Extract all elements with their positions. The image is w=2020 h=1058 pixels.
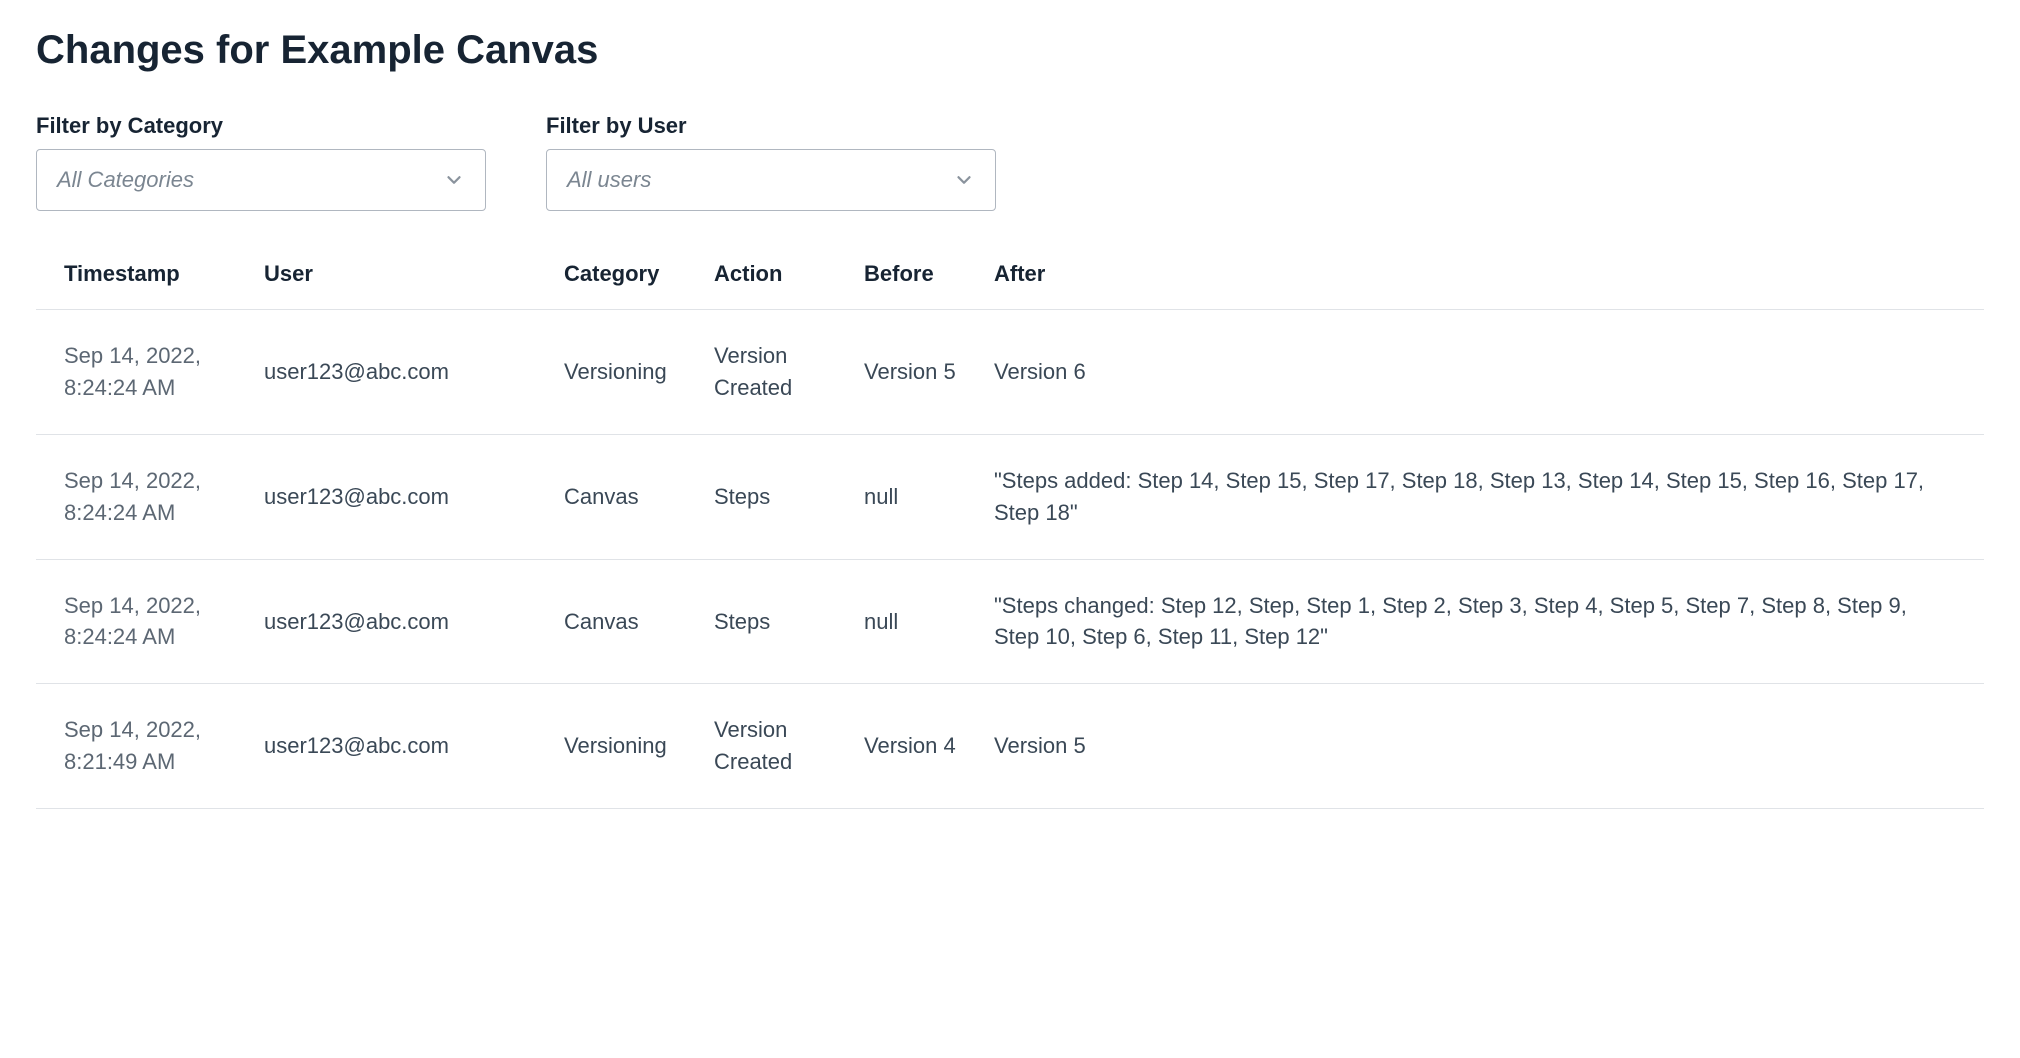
page-title: Changes for Example Canvas [36, 28, 1984, 73]
col-user: User [264, 261, 564, 287]
cell-action: Steps [714, 481, 864, 513]
filter-user-select[interactable]: All users [546, 149, 996, 211]
filter-category-select[interactable]: All Categories [36, 149, 486, 211]
cell-before: Version 4 [864, 730, 994, 762]
cell-category: Canvas [564, 606, 714, 638]
filter-category-value: All Categories [57, 167, 194, 193]
filter-category-group: Filter by Category All Categories [36, 113, 486, 211]
cell-category: Canvas [564, 481, 714, 513]
table-row: Sep 14, 2022, 8:24:24 AMuser123@abc.comC… [36, 560, 1984, 685]
col-after: After [994, 261, 1956, 287]
table-row: Sep 14, 2022, 8:21:49 AMuser123@abc.comV… [36, 684, 1984, 809]
filter-category-label: Filter by Category [36, 113, 486, 139]
cell-user: user123@abc.com [264, 730, 564, 762]
cell-user: user123@abc.com [264, 606, 564, 638]
col-category: Category [564, 261, 714, 287]
cell-timestamp: Sep 14, 2022, 8:24:24 AM [64, 340, 264, 404]
table-row: Sep 14, 2022, 8:24:24 AMuser123@abc.comC… [36, 435, 1984, 560]
changes-table: Timestamp User Category Action Before Af… [36, 239, 1984, 809]
table-header: Timestamp User Category Action Before Af… [36, 239, 1984, 310]
chevron-down-icon [953, 169, 975, 191]
cell-after: "Steps added: Step 14, Step 15, Step 17,… [994, 465, 1956, 529]
col-timestamp: Timestamp [64, 261, 264, 287]
filter-user-group: Filter by User All users [546, 113, 996, 211]
cell-action: Version Created [714, 340, 864, 404]
cell-user: user123@abc.com [264, 356, 564, 388]
chevron-down-icon [443, 169, 465, 191]
cell-action: Steps [714, 606, 864, 638]
cell-before: null [864, 606, 994, 638]
cell-timestamp: Sep 14, 2022, 8:24:24 AM [64, 465, 264, 529]
cell-category: Versioning [564, 730, 714, 762]
cell-category: Versioning [564, 356, 714, 388]
cell-user: user123@abc.com [264, 481, 564, 513]
cell-before: Version 5 [864, 356, 994, 388]
cell-timestamp: Sep 14, 2022, 8:21:49 AM [64, 714, 264, 778]
filter-user-label: Filter by User [546, 113, 996, 139]
col-action: Action [714, 261, 864, 287]
cell-after: Version 5 [994, 730, 1956, 762]
col-before: Before [864, 261, 994, 287]
filter-bar: Filter by Category All Categories Filter… [36, 113, 1984, 211]
cell-action: Version Created [714, 714, 864, 778]
cell-after: "Steps changed: Step 12, Step, Step 1, S… [994, 590, 1956, 654]
cell-after: Version 6 [994, 356, 1956, 388]
cell-before: null [864, 481, 994, 513]
filter-user-value: All users [567, 167, 651, 193]
cell-timestamp: Sep 14, 2022, 8:24:24 AM [64, 590, 264, 654]
table-row: Sep 14, 2022, 8:24:24 AMuser123@abc.comV… [36, 310, 1984, 435]
